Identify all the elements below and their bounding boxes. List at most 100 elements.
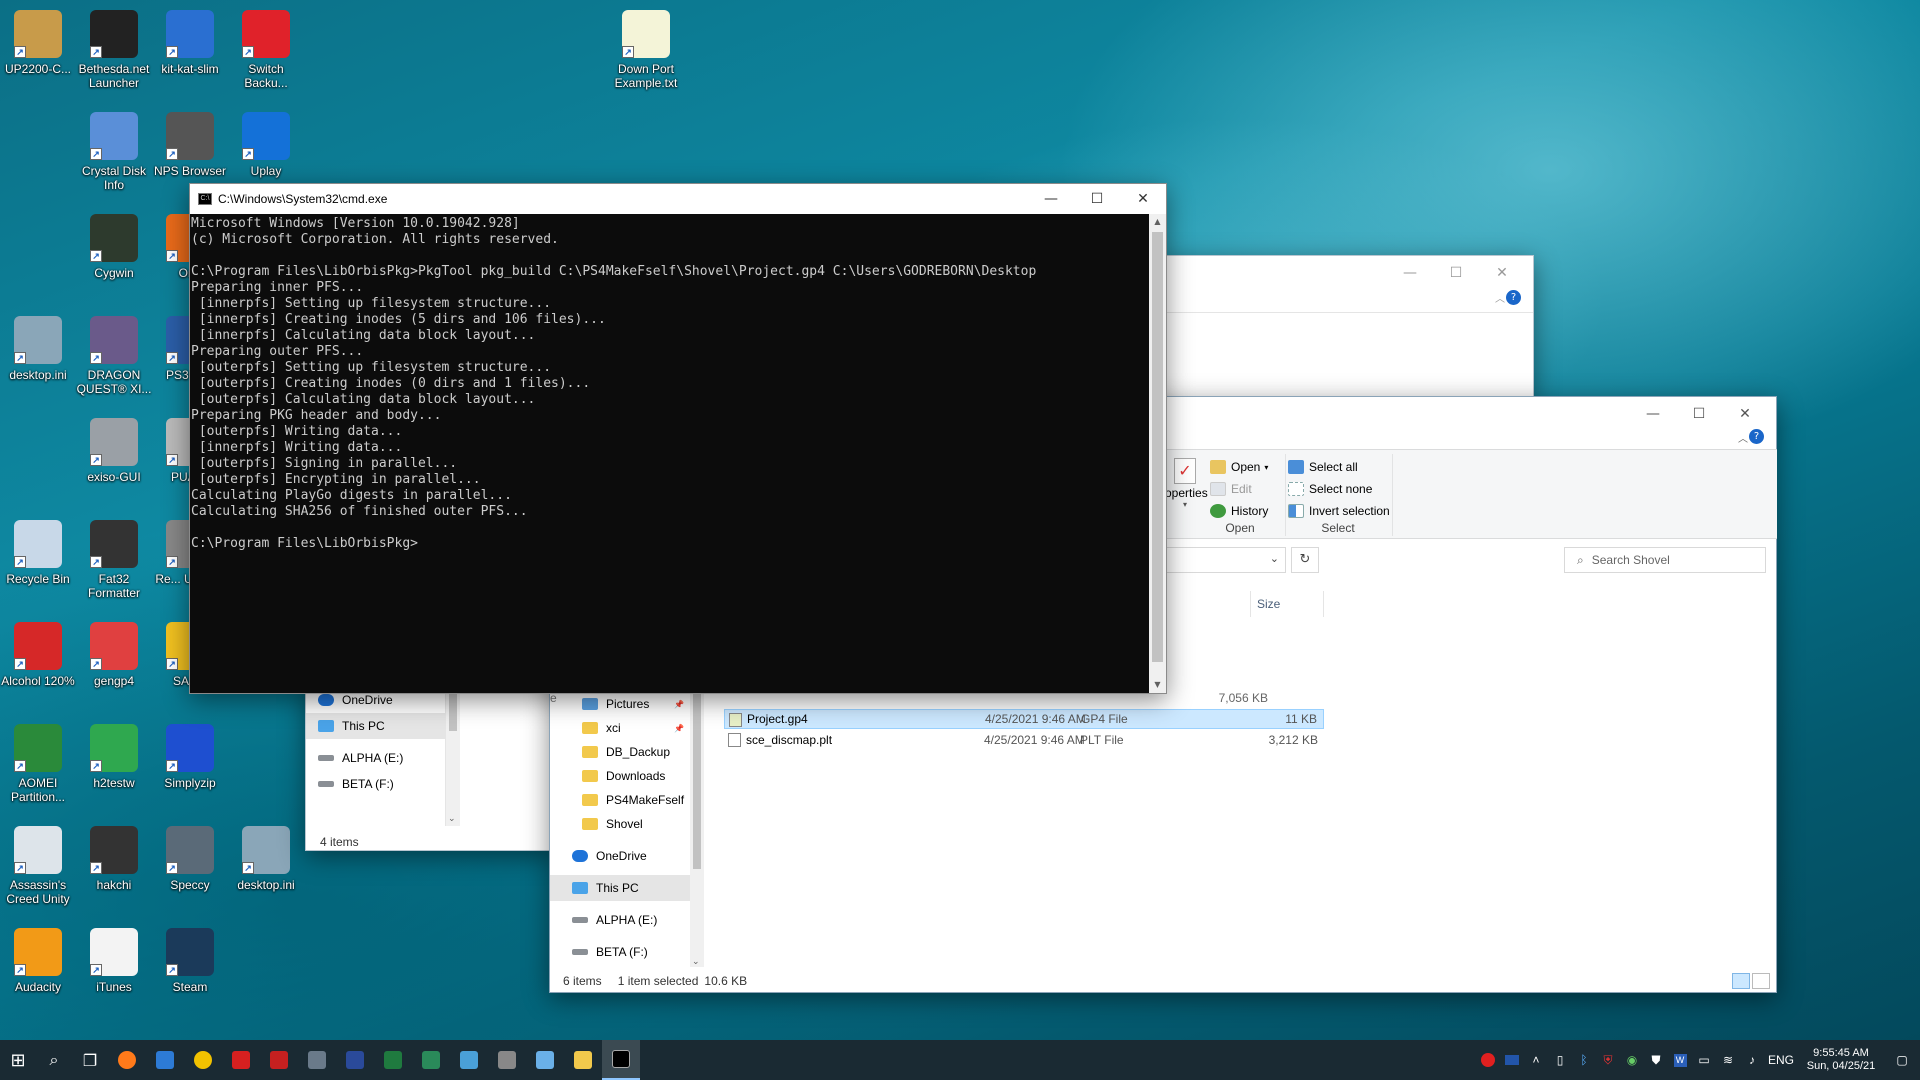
scroll-down-icon[interactable]: ⌄: [448, 814, 456, 824]
close-icon[interactable]: ✕: [1722, 399, 1768, 429]
close-icon[interactable]: ✕: [1479, 258, 1525, 288]
close-icon[interactable]: ✕: [1120, 184, 1166, 214]
nav-item[interactable]: This PC: [550, 875, 690, 901]
nav-item[interactable]: Shovel: [550, 811, 690, 837]
network-icon[interactable]: [450, 1040, 488, 1080]
filezilla-icon[interactable]: [260, 1040, 298, 1080]
tray-usb-icon[interactable]: ▯: [1548, 1040, 1572, 1080]
nav-item-alpha[interactable]: ALPHA (E:): [306, 745, 445, 771]
desktop-icon[interactable]: ↗ Recycle Bin: [0, 520, 76, 586]
nav-scrollbar[interactable]: ⌄: [690, 693, 704, 967]
desktop-icon[interactable]: ↗ hakchi: [76, 826, 152, 892]
desktop-icon[interactable]: ↗ Crystal Disk Info: [76, 112, 152, 192]
desktop-icon[interactable]: ↗ Bethesda.net Launcher: [76, 10, 152, 90]
desktop-icon[interactable]: ↗ iTunes: [76, 928, 152, 994]
large-icons-view-button[interactable]: [1752, 973, 1770, 989]
pin-icon[interactable]: 📌: [674, 724, 684, 733]
tray-security-icon[interactable]: ⛊: [1644, 1040, 1668, 1080]
tray-chevron-icon[interactable]: ˄: [1524, 1040, 1548, 1080]
column-header-size[interactable]: Size: [1250, 591, 1324, 617]
scroll-down-icon[interactable]: ⌄: [692, 957, 700, 967]
tray-wifi-icon[interactable]: ≋: [1716, 1040, 1740, 1080]
console-output[interactable]: Microsoft Windows [Version 10.0.19042.92…: [190, 214, 1150, 693]
edit-button[interactable]: Edit: [1210, 478, 1268, 500]
nav-item[interactable]: OneDrive: [550, 843, 690, 869]
photos-icon[interactable]: [526, 1040, 564, 1080]
calculator-icon[interactable]: [488, 1040, 526, 1080]
invert-selection-button[interactable]: Invert selection: [1288, 500, 1390, 522]
scroll-thumb[interactable]: [1152, 232, 1163, 662]
desktop-icon[interactable]: ↗ Audacity: [0, 928, 76, 994]
ps-icon[interactable]: [336, 1040, 374, 1080]
history-button[interactable]: History: [1210, 500, 1268, 522]
desktop-icon[interactable]: ↗ kit-kat-slim: [152, 10, 228, 76]
tray-language[interactable]: ENG: [1764, 1040, 1798, 1080]
tray-app-icon[interactable]: [1500, 1040, 1524, 1080]
collapse-ribbon-icon[interactable]: ︿: [1495, 290, 1505, 305]
tray-msi-icon[interactable]: [1476, 1040, 1500, 1080]
minimize-icon[interactable]: —: [1387, 258, 1433, 288]
vmware-icon[interactable]: [298, 1040, 336, 1080]
collapse-ribbon-icon[interactable]: ︿: [1738, 430, 1748, 445]
nav-item[interactable]: xci 📌: [550, 715, 690, 741]
scroll-up-icon[interactable]: ▲: [1149, 214, 1166, 230]
nav-scrollbar[interactable]: ⌄: [446, 681, 460, 826]
desktop-icon[interactable]: ↗ desktop.ini: [0, 316, 76, 382]
file-explorer-icon[interactable]: [564, 1040, 602, 1080]
msi-icon[interactable]: [222, 1040, 260, 1080]
desktop-icon[interactable]: ↗ Switch Backu...: [228, 10, 304, 90]
minimize-icon[interactable]: —: [1630, 399, 1676, 429]
help-icon[interactable]: ?: [1749, 429, 1764, 444]
start-icon[interactable]: ⊞: [0, 1040, 36, 1080]
firefox-icon[interactable]: [108, 1040, 146, 1080]
task-view-icon[interactable]: ❐: [72, 1040, 108, 1080]
scroll-down-icon[interactable]: ▼: [1149, 677, 1166, 693]
minimize-icon[interactable]: —: [1028, 184, 1074, 214]
select-none-button[interactable]: Select none: [1288, 478, 1390, 500]
desktop-icon[interactable]: ↗ Cygwin: [76, 214, 152, 280]
tray-nvidia-icon[interactable]: ◉: [1620, 1040, 1644, 1080]
tray-volume-icon[interactable]: ♪: [1740, 1040, 1764, 1080]
file-row[interactable]: Project.gp4 4/25/2021 9:46 AM GP4 File 11 K…: [724, 709, 1324, 729]
notification-icon[interactable]: ▢: [1884, 1040, 1920, 1080]
desktop-icon[interactable]: ↗ h2testw: [76, 724, 152, 790]
tray-battery-icon[interactable]: ▭: [1692, 1040, 1716, 1080]
desktop-icon[interactable]: ↗ Uplay: [228, 112, 304, 178]
nav-item[interactable]: PS4MakeFself: [550, 787, 690, 813]
clock[interactable]: 9:55:45 AM Sun, 04/25/21: [1798, 1047, 1884, 1073]
spreadsheet-icon[interactable]: [412, 1040, 450, 1080]
properties-button[interactable]: ✓ operties ▾: [1165, 456, 1208, 516]
excel-icon[interactable]: [374, 1040, 412, 1080]
search-box[interactable]: ⌕ Search Shovel: [1564, 547, 1766, 573]
desktop-icon[interactable]: ↗ Steam: [152, 928, 228, 994]
desktop-icon[interactable]: ↗ Speccy: [152, 826, 228, 892]
desktop-icon[interactable]: ↗ AOMEI Partition...: [0, 724, 76, 804]
details-view-button[interactable]: [1732, 973, 1750, 989]
maximize-icon[interactable]: ☐: [1433, 258, 1479, 288]
desktop-icon[interactable]: ↗ Simplyzip: [152, 724, 228, 790]
cmd-title-bar[interactable]: C:\ C:\Windows\System32\cmd.exe: [190, 184, 1166, 214]
select-all-button[interactable]: Select all: [1288, 456, 1390, 478]
address-dropdown-icon[interactable]: ⌄: [1270, 552, 1279, 565]
desktop-icon[interactable]: ↗ Fat32 Formatter: [76, 520, 152, 600]
nav-item-this-pc[interactable]: This PC: [306, 713, 445, 739]
desktop-icon[interactable]: ↗ NPS Browser: [152, 112, 228, 178]
desktop-icon[interactable]: ↗ exiso-GUI: [76, 418, 152, 484]
tray-shield-icon[interactable]: ⛨: [1596, 1040, 1620, 1080]
cmd-icon[interactable]: [602, 1040, 640, 1080]
nav-item[interactable]: Downloads: [550, 763, 690, 789]
desktop-icon[interactable]: ↗ desktop.ini: [228, 826, 304, 892]
nav-item[interactable]: BETA (F:): [550, 939, 690, 965]
file-row[interactable]: sce_discmap.plt 4/25/2021 9:46 AM PLT File…: [724, 730, 1324, 750]
desktop-icon[interactable]: ↗ DRAGON QUEST® XI...: [76, 316, 152, 396]
console-scrollbar[interactable]: ▲ ▼: [1149, 214, 1166, 693]
search-icon[interactable]: ⌕: [36, 1040, 72, 1080]
desktop-icon[interactable]: ↗ Alcohol 120%: [0, 622, 76, 688]
nav-item[interactable]: DB_Dackup: [550, 739, 690, 765]
nav-item[interactable]: ALPHA (E:): [550, 907, 690, 933]
desktop-icon[interactable]: ↗ Assassin's Creed Unity: [0, 826, 76, 906]
desktop-icon[interactable]: ↗ gengp4: [76, 622, 152, 688]
desktop-icon[interactable]: ↗ UP2200-C...: [0, 10, 76, 76]
maximize-icon[interactable]: ☐: [1676, 399, 1722, 429]
tray-word-icon[interactable]: W: [1668, 1040, 1692, 1080]
